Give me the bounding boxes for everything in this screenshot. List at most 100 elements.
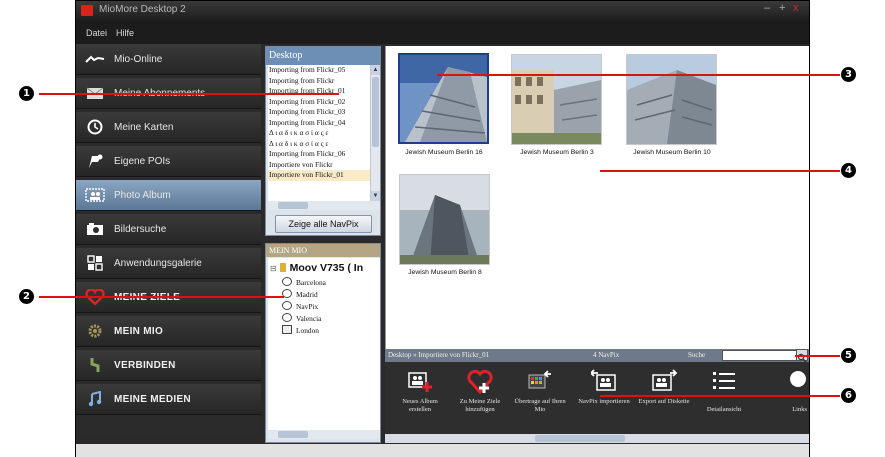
sidebar-item-label: VERBINDEN xyxy=(114,360,176,371)
list-item[interactable]: Importing from Flickr_04 xyxy=(268,118,370,129)
sidebar-item-mein-mio[interactable]: MEIN MIO xyxy=(76,316,261,347)
navpix-folder-icon xyxy=(282,313,292,322)
sidebar-item-eigene-pois[interactable]: Eigene POIs xyxy=(76,146,261,177)
music-note-icon xyxy=(85,390,105,408)
detail-view-icon xyxy=(711,368,737,394)
sidebar-item-mio-online[interactable]: Mio-Online xyxy=(76,44,261,75)
sidebar-item-anwendungsgalerie[interactable]: Anwendungsgalerie xyxy=(76,248,261,279)
tree-item-madrid[interactable]: Madrid xyxy=(282,289,318,299)
scroll-thumb[interactable] xyxy=(372,77,379,147)
minimize-button[interactable]: – xyxy=(764,2,770,14)
new-album-button[interactable]: Neues Album erstellen xyxy=(391,366,449,430)
rotate-left-button[interactable]: Links xyxy=(755,366,809,430)
tree-item-valencia[interactable]: Valencia xyxy=(282,313,321,323)
tree-item-navpix[interactable]: NavPix xyxy=(282,301,318,311)
list-item[interactable]: Δ ι α δ ι κ α σ ί α ς ε xyxy=(268,128,370,139)
detail-view-button[interactable]: Detailansicht xyxy=(695,366,753,430)
scroll-thumb[interactable] xyxy=(278,431,308,438)
sidebar-item-label: Mio-Online xyxy=(114,54,163,65)
callout-2-leader xyxy=(39,296,284,298)
sidebar: Mio-Online Meine Abonnements Meine Karte… xyxy=(76,44,261,434)
import-navpix-icon xyxy=(589,368,617,394)
photo-thumbnail[interactable] xyxy=(399,174,490,265)
tree-item-barcelona[interactable]: Barcelona xyxy=(282,277,326,287)
sidebar-item-label: Photo Album xyxy=(114,190,171,201)
museum-photo-image xyxy=(627,55,716,144)
list-item[interactable]: Importing from Flickr xyxy=(268,76,370,87)
transfer-to-mio-button[interactable]: Übertrage auf Ihren Mio xyxy=(511,366,569,430)
photo-thumbnail[interactable] xyxy=(511,54,602,145)
menu-datei[interactable]: Datei xyxy=(86,28,107,38)
mein-mio-panel: MEIN MIO ⊟ Moov V735 ( In Barcelona Madr… xyxy=(265,243,381,443)
title-bar: MioMore Desktop 2 – + x xyxy=(76,1,809,20)
list-item[interactable]: Importing from Flickr_05 xyxy=(268,65,370,76)
tree-item-label: Barcelona xyxy=(296,278,326,287)
tree-item-london[interactable]: London xyxy=(282,325,319,335)
breadcrumb: Desktop » Importiere von Flickr_01 xyxy=(388,351,490,359)
sidebar-item-photo-album[interactable]: Photo Album xyxy=(76,180,261,211)
callout-3: 3 xyxy=(841,67,856,82)
export-disk-button[interactable]: Export auf Diskette xyxy=(635,366,693,430)
list-item[interactable]: Importing from Flickr_03 xyxy=(268,107,370,118)
show-all-navpix-button[interactable]: Zeige alle NavPix xyxy=(275,215,372,233)
add-to-destinations-button[interactable]: Zu Meine Ziele hinzufügen xyxy=(451,366,509,430)
sidebar-item-label: MEINE MEDIEN xyxy=(114,394,191,405)
sidebar-item-bildersuche[interactable]: Bildersuche xyxy=(76,214,261,245)
list-item[interactable]: Importiere von Flickr_01 xyxy=(268,170,370,181)
export-disk-icon xyxy=(651,368,678,394)
transfer-to-mio-icon xyxy=(527,368,553,394)
tree-device-node[interactable]: ⊟ Moov V735 ( In xyxy=(270,262,363,274)
search-label: Suche xyxy=(688,351,706,359)
sidebar-item-verbinden[interactable]: VERBINDEN xyxy=(76,350,261,381)
photo-thumbnail[interactable] xyxy=(398,53,489,144)
list-item[interactable]: Δ ι α δ ι κ α σ ί α ς ε xyxy=(268,139,370,150)
menu-bar: Datei Hilfe xyxy=(76,20,809,44)
window-bottom-bar xyxy=(76,444,809,457)
callout-5-leader xyxy=(795,355,840,357)
tool-label: Übertrage auf Ihren Mio xyxy=(514,398,566,413)
album-folder-icon xyxy=(282,325,292,334)
close-button[interactable]: x xyxy=(793,2,799,14)
callout-6-leader xyxy=(600,395,840,397)
search-input[interactable] xyxy=(722,350,797,361)
compass-icon xyxy=(85,118,105,136)
scroll-up-icon[interactable]: ▲ xyxy=(371,65,380,75)
tree-collapse-icon[interactable]: ⊟ xyxy=(270,264,277,273)
sidebar-item-meine-karten[interactable]: Meine Karten xyxy=(76,112,261,143)
callout-5: 5 xyxy=(841,348,856,363)
tool-label: Neues Album erstellen xyxy=(402,398,438,413)
museum-photo-image xyxy=(400,55,487,142)
tree-item-label: Valencia xyxy=(296,314,322,323)
scroll-thumb[interactable] xyxy=(278,202,308,209)
sidebar-item-label: Anwendungsgalerie xyxy=(114,258,202,269)
callout-4-leader xyxy=(600,170,840,172)
list-item[interactable]: Importiere von Flickr xyxy=(268,160,370,171)
import-navpix-button[interactable]: NavPix importieren xyxy=(575,366,633,430)
horizontal-scrollbar[interactable] xyxy=(268,201,380,210)
navpix-folder-icon xyxy=(282,277,292,286)
tree-item-label: London xyxy=(296,326,319,335)
list-item[interactable]: Importing from Flickr_02 xyxy=(268,97,370,108)
sidebar-item-label: MEIN MIO xyxy=(114,326,164,337)
scroll-thumb[interactable] xyxy=(535,435,625,442)
sidebar-item-label: Eigene POIs xyxy=(114,156,171,167)
museum-photo-image xyxy=(512,55,601,144)
horizontal-scrollbar[interactable] xyxy=(268,430,380,439)
sidebar-item-label: Meine Karten xyxy=(114,122,174,133)
new-album-icon xyxy=(407,368,433,394)
sidebar-item-meine-medien[interactable]: MEINE MEDIEN xyxy=(76,384,261,415)
photo-thumbnail[interactable] xyxy=(626,54,717,145)
tool-label: Links xyxy=(792,406,807,413)
vertical-scrollbar[interactable]: ▲ ▼ xyxy=(370,65,380,201)
poi-flag-icon xyxy=(85,152,105,170)
list-item[interactable]: Importing from Flickr_06 xyxy=(268,149,370,160)
maximize-button[interactable]: + xyxy=(779,2,785,14)
tool-label: Export auf Diskette xyxy=(638,398,690,405)
tool-label: NavPix importieren xyxy=(578,398,630,405)
scroll-down-icon[interactable]: ▼ xyxy=(371,191,380,201)
menu-hilfe[interactable]: Hilfe xyxy=(116,28,134,38)
callout-4: 4 xyxy=(841,163,856,178)
toolbar-scrollbar[interactable] xyxy=(385,434,809,443)
tool-label: Zu Meine Ziele hinzufügen xyxy=(459,398,501,413)
navpix-folder-icon xyxy=(282,301,292,310)
